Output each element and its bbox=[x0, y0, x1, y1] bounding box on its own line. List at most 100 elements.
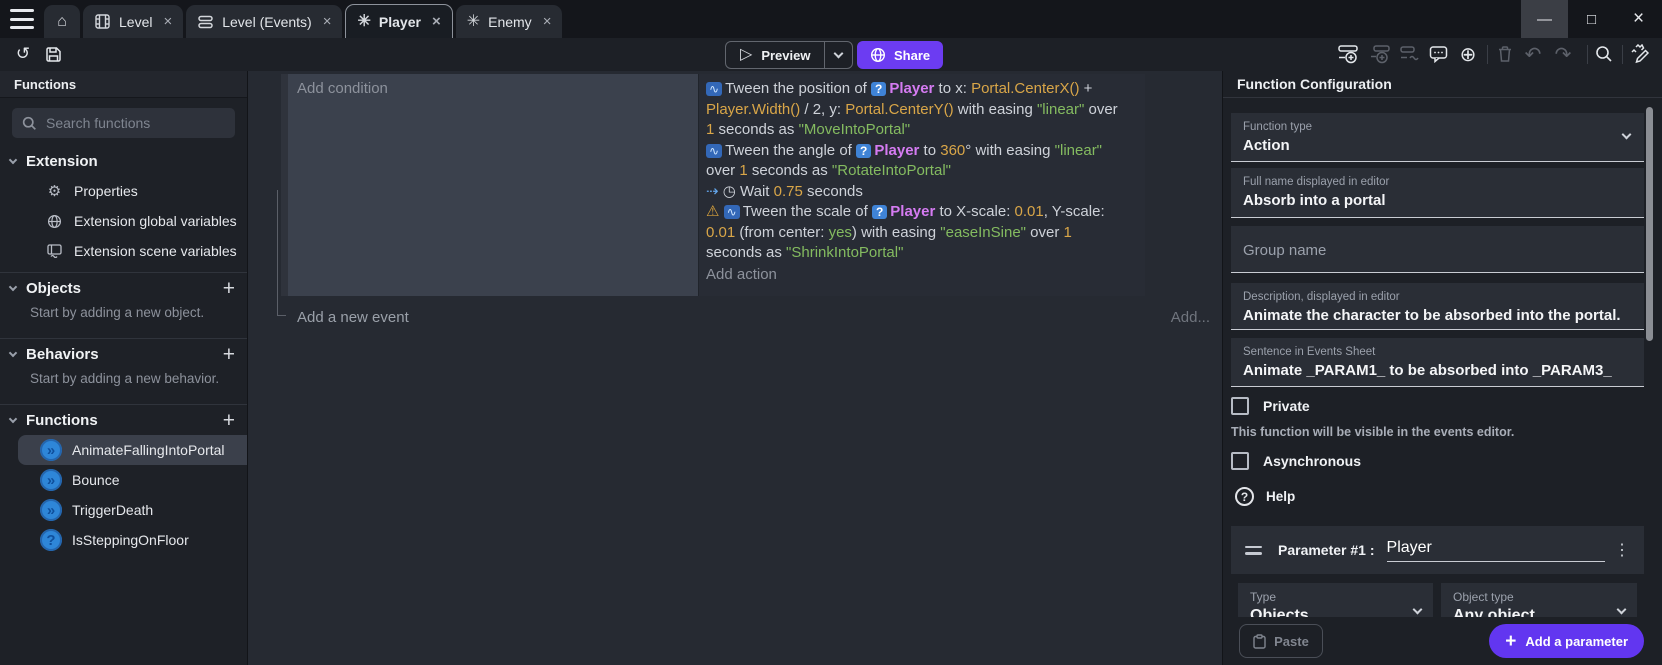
save-icon[interactable] bbox=[42, 43, 64, 65]
add-parameter-label: Add a parameter bbox=[1525, 634, 1628, 649]
field-value: Absorb into a portal bbox=[1243, 192, 1632, 209]
globe-icon bbox=[870, 47, 886, 63]
add-circle-icon[interactable]: ⊕ bbox=[1457, 43, 1479, 65]
help-button[interactable]: ? Help bbox=[1235, 487, 1295, 506]
tab-bar: ⌂ Level × Level (Events) × ✳ Player × ✳ … bbox=[0, 0, 1662, 38]
add-event-icon[interactable] bbox=[1337, 43, 1359, 65]
section-header-functions[interactable]: Functions + bbox=[0, 405, 247, 435]
item-label: Extension global variables bbox=[74, 213, 237, 229]
play-icon: ▷ bbox=[740, 47, 752, 63]
preview-button[interactable]: ▷ Preview bbox=[725, 41, 853, 69]
event-block[interactable]: Add condition ∿Tween the position of ?Pl… bbox=[281, 74, 1145, 296]
field-value: Any object bbox=[1453, 607, 1625, 617]
extension-icon: ✳ bbox=[467, 14, 480, 30]
add-new-event-button[interactable]: Add a new event bbox=[297, 309, 409, 326]
redo-icon[interactable]: ↷ bbox=[1552, 43, 1574, 65]
function-item-animatefallingintoportal[interactable]: » AnimateFallingIntoPortal bbox=[18, 435, 247, 465]
field-label: Object type bbox=[1453, 590, 1625, 604]
description-field[interactable]: Description, displayed in editor Animate… bbox=[1231, 283, 1644, 330]
parameter-type-select[interactable]: Type Objects bbox=[1238, 583, 1433, 617]
private-checkbox[interactable]: Private bbox=[1231, 397, 1310, 415]
function-item-triggerdeath[interactable]: » TriggerDeath bbox=[18, 495, 247, 525]
minimize-button[interactable]: — bbox=[1521, 0, 1568, 38]
plus-icon: + bbox=[1505, 632, 1516, 651]
panel-scrollbar[interactable] bbox=[1646, 107, 1653, 341]
kebab-menu-icon[interactable]: ⋮ bbox=[1614, 540, 1630, 560]
tab-label: Enemy bbox=[488, 14, 532, 30]
add-other-event-icon[interactable] bbox=[1399, 43, 1421, 65]
close-button[interactable]: × bbox=[1615, 0, 1662, 38]
toolbar-divider bbox=[1622, 45, 1623, 64]
section-header-objects[interactable]: Objects + bbox=[0, 273, 247, 303]
tab-label: Player bbox=[379, 14, 421, 30]
field-label: Full name displayed in editor bbox=[1243, 176, 1632, 188]
comment-icon[interactable] bbox=[1427, 43, 1449, 65]
tab-home[interactable]: ⌂ bbox=[44, 5, 80, 38]
add-parameter-button[interactable]: + Add a parameter bbox=[1489, 624, 1644, 658]
search-icon[interactable] bbox=[1593, 43, 1615, 65]
sentence-field[interactable]: Sentence in Events Sheet Animate _PARAM1… bbox=[1231, 338, 1644, 387]
add-object-button[interactable]: + bbox=[223, 278, 235, 299]
share-button[interactable]: Share bbox=[857, 41, 943, 69]
undo-icon[interactable]: ↶ bbox=[1522, 43, 1544, 65]
action-function-icon: » bbox=[40, 469, 62, 491]
paste-button[interactable]: Paste bbox=[1239, 624, 1323, 658]
close-tab-icon[interactable]: × bbox=[323, 14, 332, 29]
preview-options-button[interactable] bbox=[824, 42, 852, 68]
full-name-field[interactable]: Full name displayed in editor Absorb int… bbox=[1231, 168, 1644, 218]
maximize-button[interactable]: □ bbox=[1568, 0, 1615, 38]
parameter-object-type-select[interactable]: Object type Any object bbox=[1441, 583, 1637, 617]
field-value: Action bbox=[1243, 137, 1632, 154]
add-condition-area[interactable]: Add condition bbox=[288, 74, 698, 296]
chevron-down-icon bbox=[9, 348, 17, 356]
section-label: Behaviors bbox=[26, 346, 99, 363]
clipboard-icon bbox=[1253, 634, 1266, 649]
parameter-row[interactable]: Parameter #1 : Player ⋮ bbox=[1231, 526, 1644, 574]
section-extension: Extension ⚙ Properties Extension global … bbox=[0, 146, 247, 266]
tab-level-events[interactable]: Level (Events) × bbox=[186, 5, 342, 38]
function-item-issteppingonfloor[interactable]: ? IsSteppingOnFloor bbox=[18, 525, 247, 555]
scene-variables-icon bbox=[46, 244, 63, 258]
home-icon: ⌂ bbox=[57, 14, 67, 30]
tab-enemy[interactable]: ✳ Enemy × bbox=[456, 5, 563, 38]
close-tab-icon[interactable]: × bbox=[543, 14, 552, 29]
field-placeholder: Group name bbox=[1243, 242, 1326, 259]
add-action-button[interactable]: Add action bbox=[706, 266, 1145, 283]
section-header-behaviors[interactable]: Behaviors + bbox=[0, 339, 247, 369]
sidebar-item-extension-scene-variables[interactable]: Extension scene variables bbox=[0, 236, 247, 266]
help-icon: ? bbox=[1235, 487, 1254, 506]
tab-player[interactable]: ✳ Player × bbox=[345, 4, 452, 38]
history-icon[interactable]: ↺ bbox=[12, 43, 34, 65]
action-lines[interactable]: ∿Tween the position of ?Player to x: Por… bbox=[706, 79, 1145, 264]
add-more-button[interactable]: Add... bbox=[1171, 309, 1210, 326]
checkbox-unchecked-icon[interactable] bbox=[1231, 452, 1249, 470]
events-editor: Add condition ∿Tween the position of ?Pl… bbox=[248, 71, 1222, 665]
parameter-label: Parameter #1 : bbox=[1278, 542, 1375, 558]
parameter-name-input[interactable]: Player bbox=[1387, 539, 1605, 562]
chevron-down-icon bbox=[834, 48, 844, 58]
add-behavior-button[interactable]: + bbox=[223, 344, 235, 365]
add-function-button[interactable]: + bbox=[223, 410, 235, 431]
group-name-field[interactable]: Group name bbox=[1231, 226, 1644, 273]
function-type-select[interactable]: Function type Action bbox=[1231, 113, 1644, 162]
asynchronous-checkbox[interactable]: Asynchronous bbox=[1231, 452, 1361, 470]
section-header-extension[interactable]: Extension bbox=[0, 146, 247, 176]
tab-label: Level (Events) bbox=[222, 14, 311, 30]
tab-level[interactable]: Level × bbox=[83, 5, 183, 38]
extension-icon: ✳ bbox=[357, 14, 370, 30]
search-functions-input[interactable]: Search functions bbox=[12, 108, 235, 138]
add-subevent-icon[interactable] bbox=[1369, 43, 1391, 65]
delete-icon[interactable] bbox=[1494, 43, 1516, 65]
sidebar-item-properties[interactable]: ⚙ Properties bbox=[0, 176, 247, 206]
edit-extension-icon[interactable] bbox=[1629, 43, 1651, 65]
drag-handle-icon[interactable] bbox=[1245, 546, 1262, 555]
close-tab-icon[interactable]: × bbox=[163, 14, 172, 29]
close-tab-icon[interactable]: × bbox=[432, 14, 441, 29]
field-label: Description, displayed in editor bbox=[1243, 291, 1632, 303]
function-item-bounce[interactable]: » Bounce bbox=[18, 465, 247, 495]
section-label: Objects bbox=[26, 280, 81, 297]
menu-icon[interactable] bbox=[10, 9, 34, 29]
event-actions-area: ∿Tween the position of ?Player to x: Por… bbox=[698, 74, 1145, 296]
sidebar-item-extension-global-variables[interactable]: Extension global variables bbox=[0, 206, 247, 236]
checkbox-unchecked-icon[interactable] bbox=[1231, 397, 1249, 415]
